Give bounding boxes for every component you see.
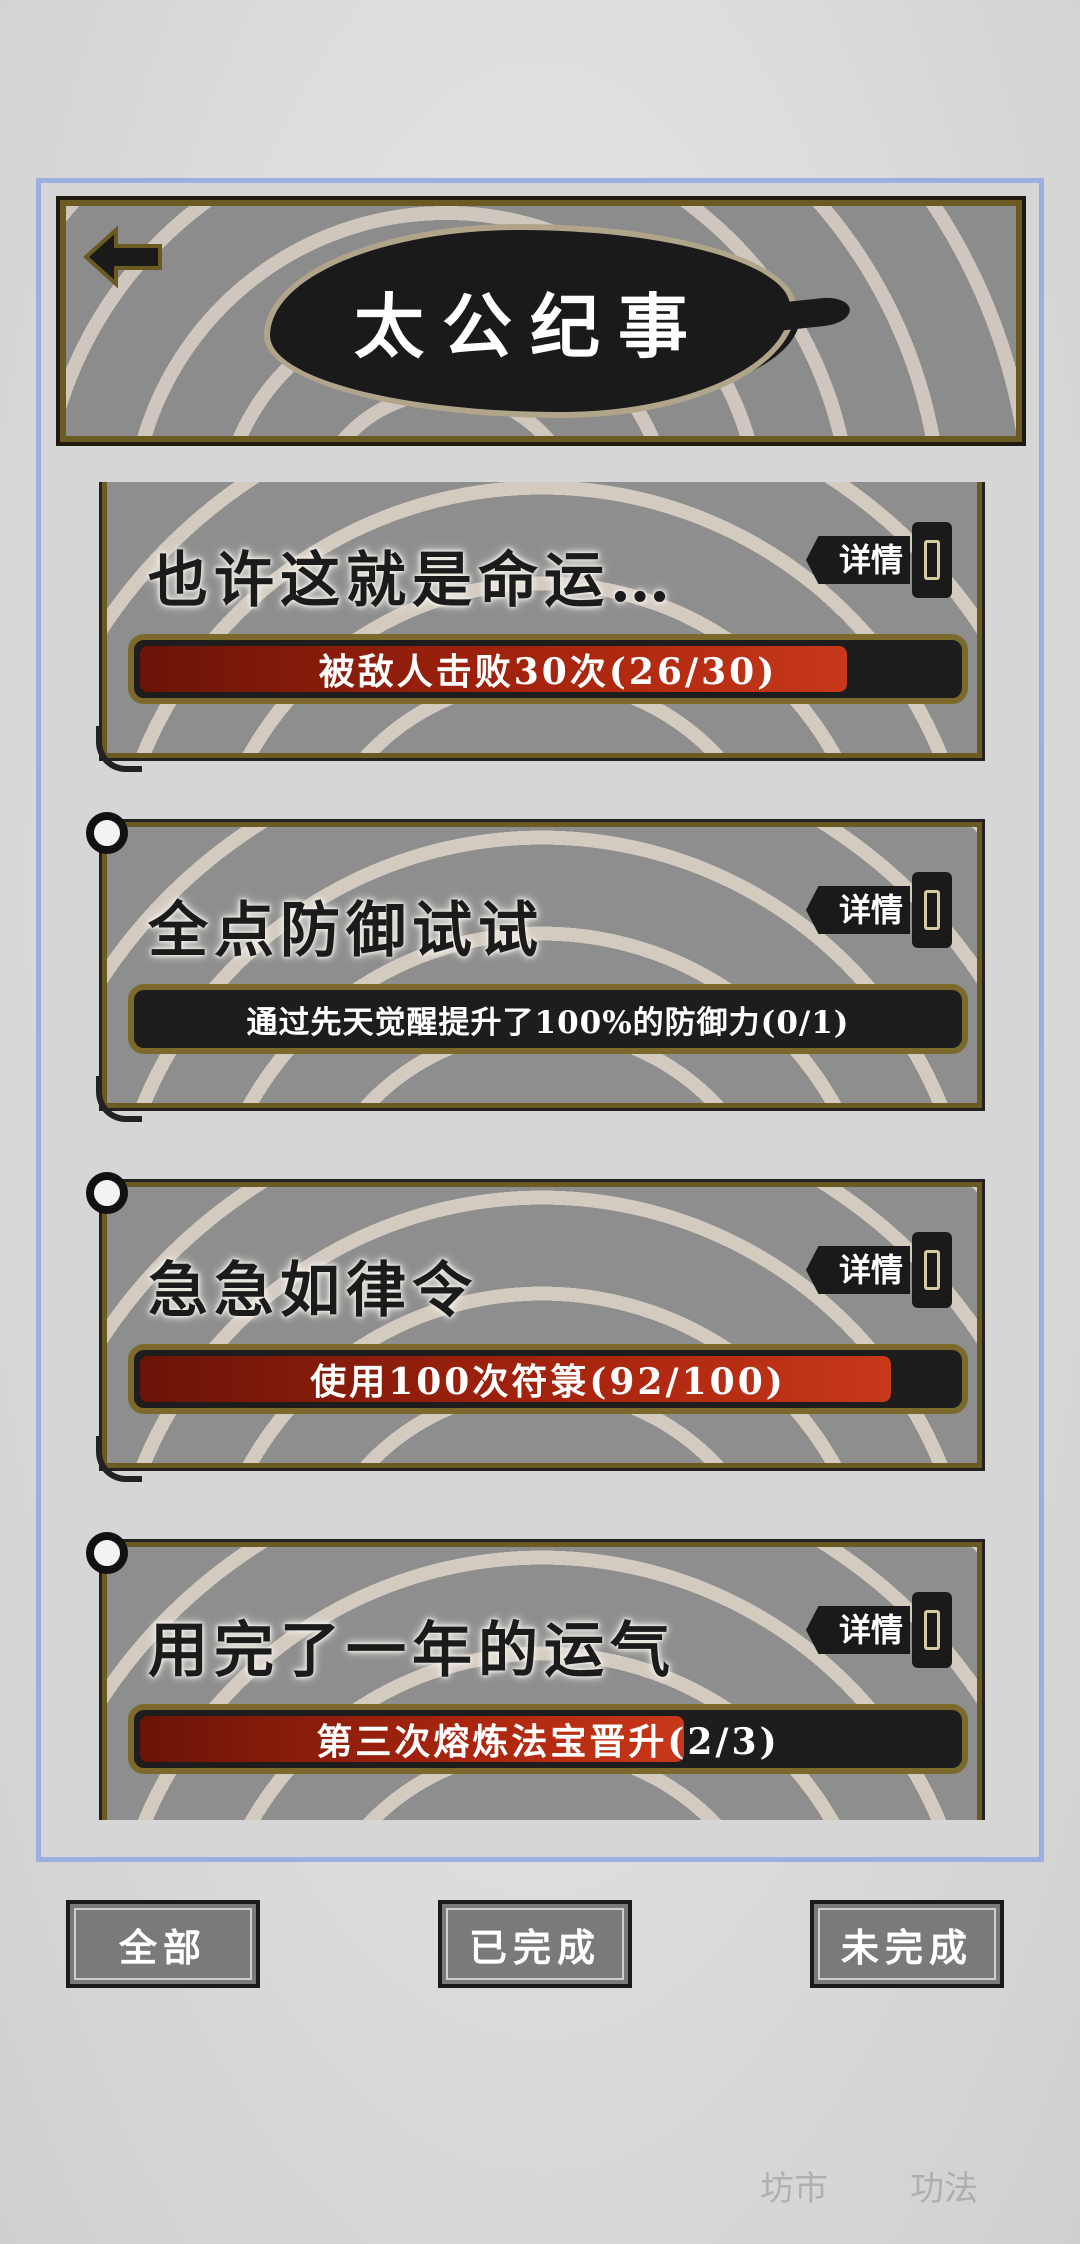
achievement-card: 用完了一年的运气 详情 第三次熔炼法宝晋升(2/3) [50, 1532, 990, 1820]
progress-text: 使用100次符箓(92/100) [310, 1361, 786, 1403]
progress-text: 通过先天觉醒提升了100%的防御力(0/1) [246, 1004, 850, 1041]
detail-button[interactable]: 详情 [792, 872, 956, 948]
progress-bar: 使用100次符箓(92/100) [128, 1344, 968, 1414]
scroll-curl [96, 1436, 142, 1482]
progress-bar: 被敌人击败30次(26/30) [128, 634, 968, 704]
pin-icon [86, 812, 128, 854]
detail-button[interactable]: 详情 [792, 522, 956, 598]
achievement-title: 也许这就是命运… [148, 546, 676, 616]
progress-text: 被敌人击败30次(26/30) [318, 651, 778, 693]
bg-nav-technique-label: 功法 [910, 2169, 978, 2209]
filter-incomplete-button[interactable]: 未完成 [810, 1900, 1004, 1988]
filter-completed-button[interactable]: 已完成 [438, 1900, 632, 1988]
background-bottom-nav: 坊市 功法 [740, 2030, 1060, 2220]
sword-hilt-icon [912, 872, 952, 948]
achievement-title: 用完了一年的运气 [148, 1616, 676, 1686]
sword-hilt-icon [912, 1592, 952, 1668]
detail-label: 详情 [838, 1611, 903, 1649]
achievement-title: 急急如律令 [148, 1256, 478, 1326]
filter-all-button[interactable]: 全部 [66, 1900, 260, 1988]
achievement-card: 全点防御试试 详情 通过先天觉醒提升了100%的防御力(0/1) [50, 812, 990, 1122]
pin-icon [86, 1532, 128, 1574]
scroll-curl [96, 1076, 142, 1122]
progress-bar: 第三次熔炼法宝晋升(2/3) [128, 1704, 968, 1774]
achievement-card: 急急如律令 详情 使用100次符箓(92/100) [50, 1172, 990, 1482]
achievement-card: 也许这就是命运… 详情 被敌人击败30次(26/30) [50, 482, 990, 772]
detail-label: 详情 [838, 891, 903, 929]
back-arrow-icon [83, 225, 162, 289]
detail-label: 详情 [838, 1251, 903, 1289]
detail-label: 详情 [838, 541, 903, 579]
back-button[interactable] [82, 222, 166, 292]
detail-button[interactable]: 详情 [792, 1592, 956, 1668]
detail-button[interactable]: 详情 [792, 1232, 956, 1308]
pin-icon [86, 1172, 128, 1214]
page-title: 太公纪事 [354, 284, 706, 368]
sword-hilt-icon [912, 1232, 952, 1308]
progress-text: 第三次熔炼法宝晋升(2/3) [316, 1721, 780, 1763]
achievement-title: 全点防御试试 [148, 896, 544, 966]
sword-hilt-icon [912, 522, 952, 598]
achievement-list[interactable]: 也许这就是命运… 详情 被敌人击败30次(26/30) 全点防御试试 详情 通过… [50, 482, 1032, 1820]
scroll-curl [96, 726, 142, 772]
bg-nav-market-label: 坊市 [760, 2169, 828, 2209]
progress-bar: 通过先天觉醒提升了100%的防御力(0/1) [128, 984, 968, 1054]
